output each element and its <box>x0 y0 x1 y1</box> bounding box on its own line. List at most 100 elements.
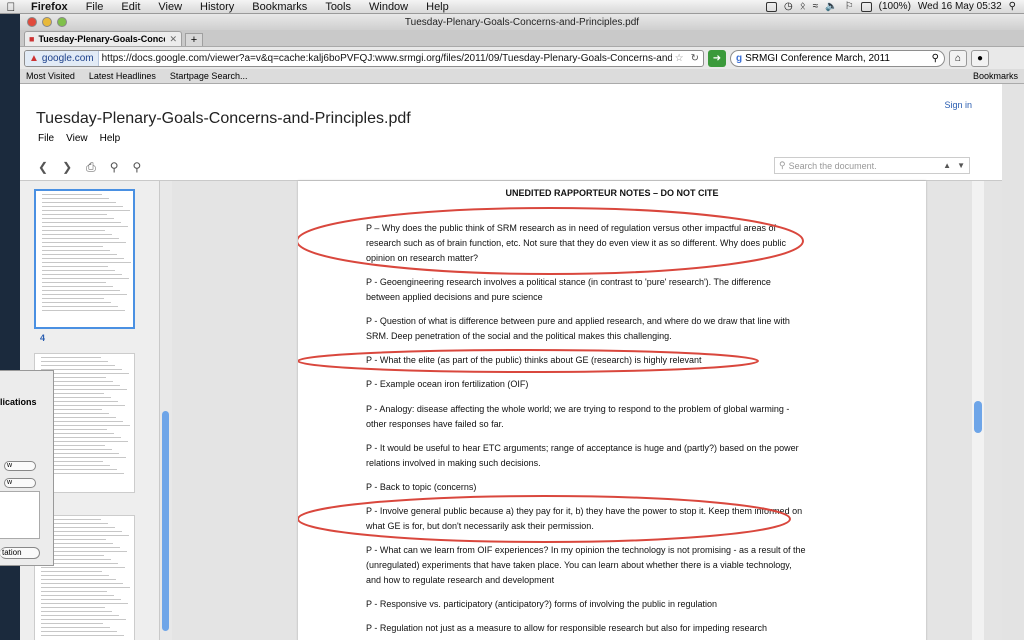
dialog-bottom-button[interactable]: tation <box>0 547 40 559</box>
url-text[interactable]: https://docs.google.com/viewer?a=v&q=cac… <box>99 53 672 64</box>
viewer-menu-help[interactable]: Help <box>100 133 121 144</box>
thumbnail-text-line <box>42 254 117 255</box>
paragraph: P - What the elite (as part of the publi… <box>366 355 702 365</box>
menu-app[interactable]: Firefox <box>22 1 77 13</box>
go-button[interactable]: ➜ <box>708 49 726 67</box>
bookmark-latest-headlines[interactable]: Latest Headlines <box>89 71 156 81</box>
search-next-icon[interactable]: ▼ <box>957 161 965 170</box>
thumbnail-text-line <box>41 567 125 568</box>
zoom-out-icon[interactable]: ⚲ <box>110 160 119 174</box>
site-identity-label: google.com <box>41 52 94 64</box>
menu-help[interactable]: Help <box>417 1 458 13</box>
thumbnail-text-line <box>41 635 124 636</box>
thumbnail-text-line <box>42 194 102 195</box>
clock[interactable]: Wed 16 May 05:32 <box>918 1 1002 12</box>
thumbnail-text-line <box>42 238 119 239</box>
google-search-icon[interactable]: g <box>736 53 742 64</box>
thumbnail-text-line <box>41 603 128 604</box>
thumbnail-scrollbar-knob[interactable] <box>162 411 169 631</box>
tab-active[interactable]: ■ Tuesday-Plenary-Goals-Concer... ✕ <box>24 31 182 46</box>
menu-history[interactable]: History <box>191 1 243 13</box>
sign-in-link[interactable]: Sign in <box>944 100 972 110</box>
paragraph: P - Analogy: disease affecting the whole… <box>366 404 790 429</box>
close-tab-icon[interactable]: ✕ <box>169 34 177 45</box>
menu-view[interactable]: View <box>149 1 191 13</box>
battery-icon[interactable] <box>860 1 872 12</box>
menu-bookmarks[interactable]: Bookmarks <box>243 1 316 13</box>
thumbnail-text-line <box>42 226 128 227</box>
apple-menu-icon[interactable]:  <box>0 0 22 14</box>
thumbnail-text-line <box>42 306 118 307</box>
dialog-button[interactable]: w <box>4 461 36 471</box>
paragraph: P - Geoengineering research involves a p… <box>366 277 771 302</box>
previous-page-icon[interactable]: ❮ <box>38 160 48 174</box>
tab-bar: ■ Tuesday-Plenary-Goals-Concer... ✕ + <box>20 30 1024 47</box>
search-prev-icon[interactable]: ▲ <box>943 161 951 170</box>
viewer-menu: File View Help <box>38 133 120 144</box>
bookmarks-menu-button[interactable]: Bookmarks <box>973 71 1018 81</box>
magnifier-icon[interactable]: ⚲ <box>932 53 939 64</box>
page-scrollbar-knob[interactable] <box>974 401 982 433</box>
paragraph: P - Responsive vs. participatory (antici… <box>366 599 717 609</box>
address-bar[interactable]: ▲ google.com https://docs.google.com/vie… <box>24 49 704 67</box>
flag-icon[interactable]: ⚐ <box>845 1 854 12</box>
site-identity[interactable]: ▲ google.com <box>25 50 99 66</box>
paragraph: P - Example ocean iron fertilization (OI… <box>366 379 529 389</box>
bookmarks-toolbar: Most Visited Latest Headlines Startpage … <box>20 69 1024 84</box>
thumbnail-text-line <box>41 575 109 576</box>
firefox-window: Tuesday-Plenary-Goals-Concerns-and-Princ… <box>20 14 1024 640</box>
thumbnail-text-line <box>42 210 130 211</box>
bookmark-star-icon[interactable]: ☆ <box>672 53 687 64</box>
thumbnail-text-line <box>42 302 111 303</box>
print-icon[interactable]: ⎙ <box>86 160 96 175</box>
thumbnail-text-line <box>41 619 126 620</box>
dropbox-icon[interactable] <box>766 1 777 12</box>
thumbnail-text-line <box>42 266 108 267</box>
thumbnail-text-line <box>42 198 109 199</box>
menu-window[interactable]: Window <box>360 1 417 13</box>
thumbnail-text-line <box>41 583 123 584</box>
thumbnail-text-line <box>42 274 122 275</box>
thumbnail-text-line <box>42 258 124 259</box>
status-area: ◷ ᛟ ≈ 🔈 ⚐ (100%) Wed 16 May 05:32 ⚲ <box>766 1 1024 12</box>
thumbnail-text-line <box>42 242 126 243</box>
thumbnail-scrollbar[interactable] <box>160 181 172 640</box>
search-bar[interactable]: g SRMGI Conference March, 2011 ⚲ <box>730 49 945 67</box>
bluetooth-icon[interactable]: ᛟ <box>800 1 806 12</box>
menu-tools[interactable]: Tools <box>316 1 360 13</box>
new-tab-button[interactable]: + <box>185 33 203 46</box>
thumbnail-text-line <box>41 587 130 588</box>
time-machine-icon[interactable]: ◷ <box>784 1 793 12</box>
bookmark-most-visited[interactable]: Most Visited <box>26 71 75 81</box>
addon-button[interactable]: ● <box>971 49 989 67</box>
paragraph: P - Involve general public because a) th… <box>366 506 803 531</box>
thumbnail-text-line <box>42 286 113 287</box>
spotlight-icon[interactable]: ⚲ <box>1009 1 1016 12</box>
thumbnail-text-line <box>41 579 116 580</box>
viewer-menu-view[interactable]: View <box>66 133 88 144</box>
paragraph: P - Regulation not just as a measure to … <box>366 623 768 633</box>
document-search-input[interactable]: ⚲ Search the document. ▲ ▼ <box>774 157 970 174</box>
thumbnail-page-4[interactable] <box>34 189 135 329</box>
menu-file[interactable]: File <box>77 1 113 13</box>
volume-icon[interactable]: 🔈 <box>825 1 837 12</box>
dialog-button[interactable]: w <box>4 478 36 488</box>
browser-scrollbar[interactable] <box>1002 84 1024 640</box>
zoom-in-icon[interactable]: ⚲ <box>133 160 142 174</box>
home-button[interactable]: ⌂ <box>949 49 967 67</box>
page-scrollbar[interactable] <box>972 181 984 640</box>
window-titlebar: Tuesday-Plenary-Goals-Concerns-and-Princ… <box>20 14 1024 30</box>
search-query[interactable]: SRMGI Conference March, 2011 <box>745 53 929 64</box>
thumbnail-text-line <box>41 607 105 608</box>
tab-label: Tuesday-Plenary-Goals-Concer... <box>38 34 166 44</box>
thumbnail-text-line <box>42 230 105 231</box>
background-dialog: lications w w tation <box>0 370 54 566</box>
viewer-menu-file[interactable]: File <box>38 133 54 144</box>
thumbnail-page-number: 4 <box>40 333 46 343</box>
wifi-icon[interactable]: ≈ <box>813 1 819 12</box>
bookmark-startpage[interactable]: Startpage Search... <box>170 71 248 81</box>
dialog-list-box[interactable] <box>0 491 40 539</box>
next-page-icon[interactable]: ❯ <box>62 160 72 174</box>
reload-icon[interactable]: ↻ <box>687 53 703 64</box>
menu-edit[interactable]: Edit <box>112 1 149 13</box>
